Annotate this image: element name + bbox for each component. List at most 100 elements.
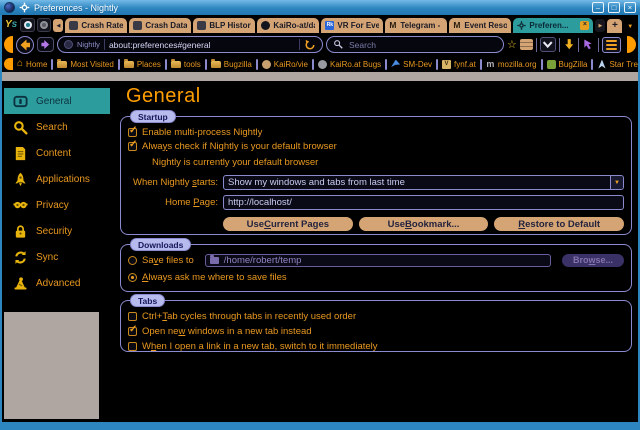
toolbar-endcap [4, 58, 13, 70]
bookmark-most-visited[interactable]: Most Visited [55, 60, 115, 69]
downloads-group: Downloads Save files to /home/robert/tem… [120, 244, 632, 292]
switch-immediately-checkbox[interactable]: ✓ [128, 342, 137, 351]
forward-button[interactable] [37, 37, 54, 52]
group-caption: Tabs [130, 294, 165, 307]
sidebar-item-advanced[interactable]: Advanced [4, 270, 110, 296]
multiprocess-checkbox[interactable]: ✓ [128, 128, 137, 137]
new-window-label: Open new windows in a new tab instead [142, 326, 312, 337]
back-button[interactable] [16, 36, 34, 54]
new-window-row: ✓ Open new windows in a new tab instead [128, 324, 624, 338]
always-ask-radio[interactable] [128, 273, 137, 282]
search-input[interactable]: Search [326, 36, 504, 53]
mozilla-icon: m [486, 60, 495, 69]
sidebar-item-sync[interactable]: Sync [4, 244, 110, 270]
pointer-icon[interactable] [582, 38, 594, 51]
divider [385, 59, 387, 70]
bookmark-sm-dev[interactable]: SM-Dev [389, 60, 434, 69]
github-icon [261, 21, 270, 30]
chevron-down-icon[interactable]: ▼ [610, 176, 623, 189]
rk-icon: Rk [325, 21, 334, 30]
document-icon [13, 146, 28, 161]
close-button[interactable]: × [624, 2, 636, 13]
tab-vr[interactable]: RkVR For Eve... [321, 18, 383, 33]
divider [436, 59, 438, 70]
site-icon [262, 60, 271, 69]
bookmarks-menu-icon[interactable] [520, 39, 533, 50]
download-folder-field[interactable]: /home/robert/temp [205, 254, 551, 267]
downloads-icon[interactable] [540, 37, 555, 52]
divider [104, 39, 105, 50]
sidebar-item-applications[interactable]: Applications [4, 166, 110, 192]
tab-close-icon[interactable]: × [580, 21, 589, 30]
startup-mode-select[interactable]: Show my windows and tabs from last time … [223, 175, 624, 190]
divider [559, 38, 560, 52]
tab-crash-data[interactable]: Crash Data for ... [129, 18, 191, 33]
home-icon: ⌂ [17, 59, 23, 69]
bookmark-bugzilla-site[interactable]: BugZilla [545, 60, 590, 69]
pinned-tab-1[interactable] [20, 18, 35, 32]
reload-icon[interactable] [304, 39, 316, 51]
bookmark-tools[interactable]: tools [169, 60, 203, 69]
sidebar-item-search[interactable]: Search [4, 114, 110, 140]
default-browser-checkbox[interactable]: ✓ [128, 142, 137, 151]
new-window-checkbox[interactable]: ✓ [128, 327, 137, 336]
search-icon [333, 39, 344, 50]
browse-button[interactable]: Browse... [562, 254, 624, 267]
switch-immediately-label: When I open a link in a new tab, switch … [142, 341, 378, 352]
bookmark-kairo-vie[interactable]: KaiRo/vie [260, 60, 310, 69]
restore-default-button[interactable]: Restore to Default [494, 217, 624, 231]
bug-icon [547, 60, 556, 69]
scroll-tabs-left-button[interactable]: ◀ [53, 19, 63, 32]
tab-event[interactable]: MEvent Reso... [449, 18, 511, 33]
use-current-pages-button[interactable]: Use Current Pages [223, 217, 353, 231]
hamburger-menu-button[interactable] [602, 37, 621, 53]
save-files-radio[interactable] [128, 256, 137, 265]
bookmark-kairo-bugs[interactable]: KaiRo.at Bugs [316, 60, 383, 69]
app-gear-icon [19, 2, 30, 13]
divider [205, 59, 207, 70]
tab-crash-rate[interactable]: Crash Rate Hist... [65, 18, 127, 33]
minimize-button[interactable]: – [592, 2, 604, 13]
hat-icon [13, 276, 28, 291]
search-icon [13, 120, 28, 135]
globe-icon [40, 21, 48, 29]
divider [256, 59, 258, 70]
always-ask-row: Always ask me where to save files [128, 270, 624, 284]
maximize-button[interactable]: □ [608, 2, 620, 13]
bookmark-bugzilla-folder[interactable]: Bugzilla [209, 60, 254, 69]
tab-bar: Ys ◀ Crash Rate Hist... Crash Data for .… [2, 15, 638, 33]
bookmark-star-trek[interactable]: Star Trek [595, 60, 638, 69]
sidebar-item-security[interactable]: Security [4, 218, 110, 244]
home-page-input[interactable]: http://localhost/ [223, 195, 624, 210]
tab-telegram[interactable]: MTelegram - ... [385, 18, 447, 33]
bookmark-home[interactable]: ⌂Home [15, 59, 49, 69]
bookmark-star-icon[interactable]: ☆ [507, 39, 517, 51]
divider [480, 59, 482, 70]
save-files-label: Save files to [142, 255, 194, 266]
divider [118, 59, 120, 70]
tab-github[interactable]: KaiRo-at/dat... [257, 18, 319, 33]
bookmark-places[interactable]: Places [122, 60, 163, 69]
sidebar-item-general[interactable]: General [4, 88, 110, 114]
scroll-tabs-right-button[interactable]: ▶ [595, 19, 605, 32]
bookmark-mozilla[interactable]: mmozilla.org [484, 60, 539, 69]
download-arrow-icon[interactable] [563, 38, 575, 52]
tab-preferences-active[interactable]: Preferen... × [513, 18, 593, 33]
new-tab-button[interactable]: + [607, 19, 622, 33]
use-bookmark-button[interactable]: Use Bookmark... [359, 217, 489, 231]
ctrl-tab-checkbox[interactable]: ✓ [128, 312, 137, 321]
ys-logo: Ys [5, 18, 17, 32]
preferences-page: General Search Content Applications Priv… [2, 81, 638, 422]
sidebar-item-privacy[interactable]: Privacy [4, 192, 110, 218]
tab-blp-history[interactable]: BLP History [193, 18, 255, 33]
general-icon [13, 94, 28, 109]
bookmarks-toolbar: ⌂Home Most Visited Places tools Bugzilla… [2, 56, 638, 72]
list-all-tabs-icon[interactable]: ▼ [624, 24, 636, 30]
bookmark-fynf[interactable]: Vfynf.at [440, 60, 478, 69]
url-bar[interactable]: Nightly about:preferences#general [57, 36, 323, 53]
folder-icon [171, 61, 181, 68]
pinned-tab-2[interactable] [37, 18, 52, 32]
url-text[interactable]: about:preferences#general [109, 40, 295, 50]
identity-label: Nightly [77, 40, 100, 49]
sidebar-item-content[interactable]: Content [4, 140, 110, 166]
